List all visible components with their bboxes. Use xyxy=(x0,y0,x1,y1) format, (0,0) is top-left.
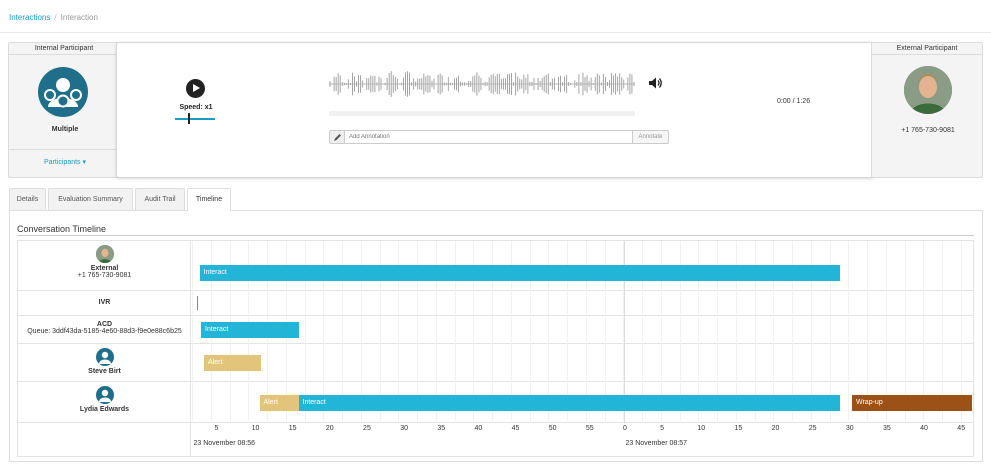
timeline-axis-tick: 30 xyxy=(845,425,854,432)
audio-waveform[interactable] xyxy=(329,70,635,98)
multiple-users-icon xyxy=(38,67,88,117)
timeline-row-name: ACD xyxy=(96,321,113,328)
timeline-axis-tick: 40 xyxy=(920,425,928,432)
speed-label: Speed: x1 xyxy=(179,104,213,111)
participant-name: Multiple xyxy=(51,126,79,133)
header-divider xyxy=(0,32,991,33)
timeline-ivr-marker xyxy=(196,296,198,310)
timeline-gridline xyxy=(848,241,850,423)
timeline-segment-wrapup[interactable]: Wrap-up xyxy=(852,394,972,411)
tab-details[interactable]: Details xyxy=(9,188,46,210)
timeline-segment-alert[interactable]: Alert xyxy=(204,355,261,371)
participants-dropdown[interactable]: Participants ▾ xyxy=(9,158,121,166)
timeline-row-label: Lydia Edwards xyxy=(18,386,191,413)
annotate-button[interactable]: Annotate xyxy=(633,130,669,144)
timeline-title: Conversation Timeline xyxy=(17,224,107,234)
timeline-axis-tick: 25 xyxy=(808,425,817,432)
timeline-axis-tick: 45 xyxy=(957,425,966,432)
timeline-axis-tick: 10 xyxy=(697,425,706,432)
playback-time: 0:00 / 1:26 xyxy=(777,98,811,105)
timeline-axis-tick: 35 xyxy=(437,425,446,432)
timeline-row-name: Lydia Edwards xyxy=(79,406,130,413)
timeline-row-label: ACD Queue: 3ddf43da-5185-4e60-88d3-f9e0e… xyxy=(18,321,191,335)
user-icon xyxy=(95,386,114,404)
annotation-input[interactable] xyxy=(345,130,633,144)
timeline-row-label: IVR xyxy=(18,299,191,306)
external-participant-photo xyxy=(904,66,952,114)
conversation-timeline: External +1 765-730-9081 IVR ACD Queue: … xyxy=(17,240,974,457)
external-participant-panel: External Participant +1 765-730-9081 xyxy=(871,42,983,178)
external-participant-title: External Participant xyxy=(872,43,982,55)
timeline-axis-tick: 15 xyxy=(734,425,743,432)
timeline-row-label: Steve Birt xyxy=(18,348,191,375)
tab-timeline[interactable]: Timeline xyxy=(187,188,231,211)
panel-divider xyxy=(9,149,121,150)
internal-participant-panel: Internal Participant Multiple Participan… xyxy=(8,42,121,178)
timeline-axis-tick: 0 xyxy=(623,425,627,432)
external-participant-phone: +1 765-730-9081 xyxy=(901,127,955,134)
timeline-axis-tick: 20 xyxy=(771,425,780,432)
timeline-segment-interact[interactable]: Interact xyxy=(298,394,840,411)
timeline-axis-tick: 25 xyxy=(363,425,371,432)
annotation-form: Annotate xyxy=(329,130,669,144)
timeline-row-name: IVR xyxy=(98,299,111,306)
timeline-row-name: Steve Birt xyxy=(88,368,121,375)
timeline-axis-tick: 55 xyxy=(585,425,594,432)
tab-evaluation-summary[interactable]: Evaluation Summary xyxy=(48,188,133,210)
tab-audit-trail[interactable]: Audit Trail xyxy=(135,188,185,210)
timeline-segment-interact[interactable]: Interact xyxy=(201,322,299,338)
speed-slider[interactable] xyxy=(175,113,215,124)
timeline-axis-tick: 35 xyxy=(883,425,891,432)
user-icon xyxy=(95,348,114,366)
timeline-axis-tick: 50 xyxy=(548,425,557,432)
internal-participant-title: Internal Participant xyxy=(9,43,119,55)
timeline-axis-tick: 5 xyxy=(214,425,219,432)
timeline-axis-tick: 45 xyxy=(511,425,520,432)
breadcrumb: Interactions / Interaction xyxy=(9,13,98,22)
timeline-axis-date: 23 November 08:56 xyxy=(193,440,255,447)
timeline-axis-tick: 40 xyxy=(474,425,483,432)
timeline-axis-tick: 30 xyxy=(400,425,408,432)
timeline-row-name: External xyxy=(90,265,119,272)
timeline-row-sub: +1 765-730-9081 xyxy=(77,272,132,279)
timeline-gridline xyxy=(192,241,193,423)
breadcrumb-separator: / xyxy=(54,13,57,22)
breadcrumb-interactions-link[interactable]: Interactions xyxy=(9,13,50,22)
timeline-row-label: External +1 765-730-9081 xyxy=(18,245,191,279)
pencil-icon[interactable] xyxy=(329,130,345,144)
volume-icon[interactable] xyxy=(648,76,663,90)
timeline-axis-date: 23 November 08:57 xyxy=(625,440,687,447)
audio-player: Speed: x1 0:00 / 1:26 Annotate xyxy=(116,42,875,178)
playback-progress-bar[interactable] xyxy=(329,111,635,116)
timeline-axis-tick: 20 xyxy=(325,425,334,432)
timeline-axis-tick: 10 xyxy=(251,425,260,432)
play-button[interactable] xyxy=(186,79,205,98)
timeline-axis-tick: 15 xyxy=(288,425,297,432)
speed-slider-thumb[interactable] xyxy=(188,113,190,124)
external-participant-photo xyxy=(95,245,114,263)
timeline-axis-tick: 5 xyxy=(660,425,665,432)
timeline-segment-alert[interactable]: Alert xyxy=(259,394,299,411)
timeline-row-sub: Queue: 3ddf43da-5185-4e60-88d3-f9e0e88c6… xyxy=(27,328,182,335)
breadcrumb-current: Interaction xyxy=(60,13,98,22)
timeline-segment-interact[interactable]: Interact xyxy=(199,265,840,281)
timeline-title-divider xyxy=(17,235,974,236)
